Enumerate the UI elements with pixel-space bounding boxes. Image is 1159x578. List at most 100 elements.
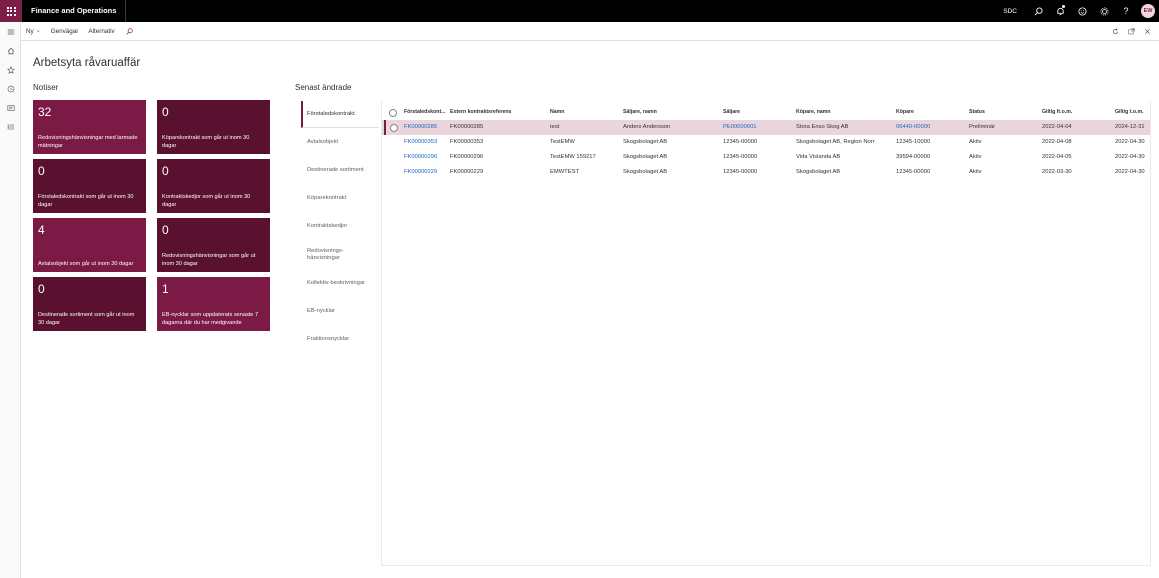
refresh-icon bbox=[1112, 28, 1118, 34]
cell-name: test bbox=[550, 124, 560, 130]
column-header-external-ref[interactable]: Extern kontraktsreferens bbox=[450, 105, 546, 120]
seller-link[interactable]: PE00000001 bbox=[723, 120, 793, 135]
notices-heading: Notiser bbox=[33, 83, 59, 92]
tab-destined-assortments[interactable]: Destinerade sortiment bbox=[301, 156, 379, 184]
column-header-status[interactable]: Status bbox=[969, 105, 1039, 120]
tile-label: EB-nycklar som uppdaterats senaste 7 dag… bbox=[162, 312, 259, 326]
company-picker[interactable]: SDC bbox=[1003, 8, 1017, 15]
chevron-down-icon: ⌄ bbox=[35, 27, 41, 34]
help-button[interactable]: ? bbox=[1115, 0, 1137, 22]
tab-first-link-contracts[interactable]: Förstaledskontrakt bbox=[301, 101, 379, 128]
tile-label: Avtalsobjekt som går ut inom 30 dagar bbox=[38, 260, 134, 267]
tile-label: Redovisningshänvisningar som går ut inom… bbox=[162, 253, 256, 267]
tile-destined-assortments-expiring[interactable]: 0 Destinerade sortiment som går ut inom … bbox=[33, 277, 146, 331]
search-button[interactable] bbox=[1027, 0, 1049, 22]
tab-eb-keys[interactable]: EB-nycklar bbox=[301, 297, 379, 325]
tile-contract-chains-expiring[interactable]: 0 Kontraktskedjor som går ut inom 30 dag… bbox=[157, 159, 270, 213]
tile-label: Förstaledskontrakt som går ut inom 30 da… bbox=[38, 194, 134, 208]
cell-seller-name: Skogsbolaget AB bbox=[623, 139, 668, 145]
table-row[interactable]: FK00000229 FK00000229 EMWTEST Skogsbolag… bbox=[382, 165, 1150, 180]
refresh-button[interactable] bbox=[1107, 28, 1123, 35]
recent-tabs: Förstaledskontrakt Avtalsobjekt Destiner… bbox=[301, 101, 379, 353]
new-button[interactable]: Ny ⌄ bbox=[21, 22, 46, 41]
star-icon bbox=[6, 65, 15, 74]
row-select-radio[interactable] bbox=[390, 123, 398, 132]
nav-recent[interactable] bbox=[0, 79, 21, 98]
cell-buyer-name: Vida Vislanda AB bbox=[796, 154, 841, 160]
cell-valid-to: 2022-04-30 bbox=[1115, 154, 1145, 160]
grid-header: Förstaledskont... Extern kontraktsrefere… bbox=[382, 105, 1150, 120]
cell-buyer: 12345-10000 bbox=[896, 139, 931, 145]
popout-icon bbox=[1127, 28, 1135, 35]
nav-favorites[interactable] bbox=[0, 60, 21, 79]
cell-status: Preliminär bbox=[969, 124, 996, 130]
tab-accounting-references[interactable]: Redovisnings- hänvisningar bbox=[301, 240, 379, 269]
tile-agreement-objects-expiring[interactable]: 4 Avtalsobjekt som går ut inom 30 dagar bbox=[33, 218, 146, 272]
top-bar: Finance and Operations SDC ? EW bbox=[0, 0, 1159, 22]
select-all-radio[interactable] bbox=[389, 108, 397, 117]
column-header-contract[interactable]: Förstaledskont... bbox=[404, 105, 448, 120]
table-row[interactable]: FK00000296 FK00000296 TestEMW 159217 Sko… bbox=[382, 150, 1150, 165]
options-button[interactable]: Alternativ bbox=[83, 22, 119, 41]
expand-navigation-button[interactable] bbox=[0, 22, 21, 41]
cell-seller: 12345-00000 bbox=[723, 154, 758, 160]
contract-link[interactable]: FK00000229 bbox=[404, 165, 448, 180]
page-title: Arbetsyta råvaruaffär bbox=[33, 57, 141, 69]
table-row[interactable]: FK00000353 FK00000353 TestEMW Skogsbolag… bbox=[382, 135, 1150, 150]
cell-external-ref: FK00000285 bbox=[450, 124, 484, 130]
feedback-button[interactable] bbox=[1071, 0, 1093, 22]
tile-count: 0 bbox=[38, 164, 45, 178]
navigation-rail bbox=[0, 22, 21, 578]
shortcuts-button[interactable]: Genvägar bbox=[46, 22, 84, 41]
column-header-valid-to[interactable]: Giltig t.o.m. bbox=[1115, 105, 1150, 120]
tab-buyer-contracts[interactable]: Köparekontrakt bbox=[301, 184, 379, 212]
nav-modules[interactable] bbox=[0, 117, 21, 136]
search-icon bbox=[126, 27, 133, 35]
tile-count: 0 bbox=[162, 164, 169, 178]
column-header-name[interactable]: Namn bbox=[550, 105, 620, 120]
tab-collective-descriptions[interactable]: Kollektiv-beskrivningar bbox=[301, 269, 379, 297]
tile-eb-keys-updated[interactable]: 1 EB-nycklar som uppdaterats senaste 7 d… bbox=[157, 277, 270, 331]
tab-contract-chains[interactable]: Kontraktskedjor bbox=[301, 212, 379, 240]
app-launcher-button[interactable] bbox=[0, 0, 22, 22]
column-header-seller[interactable]: Säljare bbox=[723, 105, 793, 120]
cell-valid-from: 2022-04-08 bbox=[1042, 139, 1072, 145]
column-header-valid-from[interactable]: Giltig fr.o.m. bbox=[1042, 105, 1112, 120]
tile-accounting-references-expiring[interactable]: 0 Redovisningshänvisningar som går ut in… bbox=[157, 218, 270, 272]
cell-seller: 12345-00000 bbox=[723, 169, 758, 175]
app-title[interactable]: Finance and Operations bbox=[22, 0, 127, 22]
contract-link[interactable]: FK00000285 bbox=[404, 120, 448, 135]
tile-count: 0 bbox=[162, 223, 169, 237]
column-header-buyer-name[interactable]: Köpare, namn bbox=[796, 105, 892, 120]
settings-button[interactable] bbox=[1093, 0, 1115, 22]
open-in-new-window-button[interactable] bbox=[1123, 28, 1139, 35]
cell-name: EMWTEST bbox=[550, 169, 579, 175]
recent-heading: Senast ändrade bbox=[295, 83, 352, 92]
nav-home[interactable] bbox=[0, 41, 21, 60]
cell-valid-from: 2022-04-05 bbox=[1042, 154, 1072, 160]
contract-link[interactable]: FK00000296 bbox=[404, 150, 448, 165]
close-button[interactable] bbox=[1139, 28, 1155, 35]
tab-agreement-objects[interactable]: Avtalsobjekt bbox=[301, 128, 379, 156]
tile-accounting-references-alarmed[interactable]: 32 Redovisningshänvisningar med larmade … bbox=[33, 100, 146, 154]
contract-link[interactable]: FK00000353 bbox=[404, 135, 448, 150]
notice-tiles: 32 Redovisningshänvisningar med larmade … bbox=[33, 100, 270, 331]
action-search-button[interactable] bbox=[120, 27, 139, 35]
new-button-label: Ny bbox=[26, 27, 34, 35]
tile-buyer-contracts-expiring[interactable]: 0 Köparekontrakt som går ut inom 30 daga… bbox=[157, 100, 270, 154]
buyer-link[interactable]: 06440-00000 bbox=[896, 120, 966, 135]
column-header-seller-name[interactable]: Säljare, namn bbox=[623, 105, 719, 120]
tile-count: 0 bbox=[162, 105, 169, 119]
nav-workspaces[interactable] bbox=[0, 98, 21, 117]
column-header-buyer[interactable]: Köpare bbox=[896, 105, 966, 120]
notifications-button[interactable] bbox=[1049, 0, 1071, 22]
tile-first-link-contracts-expiring[interactable]: 0 Förstaledskontrakt som går ut inom 30 … bbox=[33, 159, 146, 213]
list-icon bbox=[7, 124, 14, 129]
avatar[interactable]: EW bbox=[1141, 4, 1155, 18]
tab-fraction-keys[interactable]: Fraktionsnycklar bbox=[301, 325, 379, 353]
table-row[interactable]: FK00000285 FK00000285 test Anders Anders… bbox=[382, 120, 1150, 135]
tile-label: Köparekontrakt som går ut inom 30 dagar bbox=[162, 135, 250, 149]
cell-external-ref: FK00000229 bbox=[450, 169, 484, 175]
smiley-icon bbox=[1077, 6, 1087, 16]
cell-buyer-name: Skogsbolaget AB, Region Norr bbox=[796, 139, 875, 145]
